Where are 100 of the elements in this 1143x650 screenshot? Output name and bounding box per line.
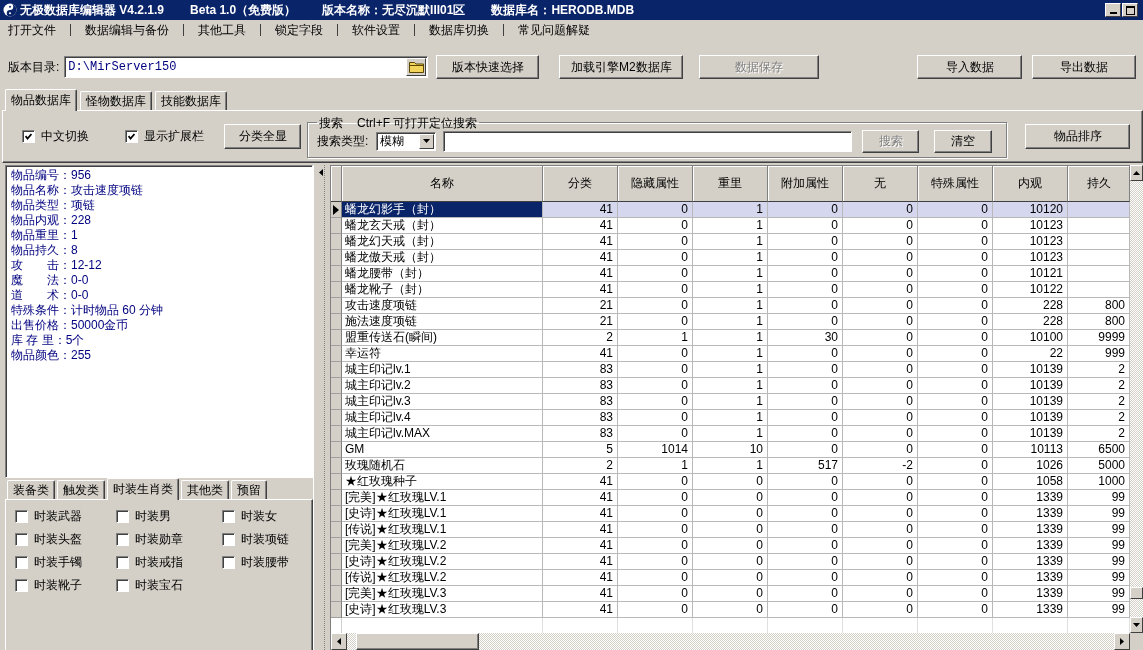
toolbar-button[interactable]: 导出数据: [1032, 55, 1136, 79]
checkbox[interactable]: [15, 509, 28, 523]
scroll-down-button[interactable]: [1130, 617, 1143, 633]
checkbox-label[interactable]: 时装手镯: [34, 553, 82, 571]
scroll-up-button[interactable]: [1130, 165, 1143, 181]
menu-item[interactable]: 打开文件: [2, 21, 62, 39]
checkbox-label[interactable]: 时装宝石: [135, 576, 183, 594]
tab[interactable]: 其他类: [181, 480, 229, 499]
checkbox-label[interactable]: 时装头盔: [34, 530, 82, 548]
checkbox-label[interactable]: 时装女: [241, 507, 277, 525]
column-header[interactable]: 名称: [342, 166, 543, 202]
table-cell: 0: [843, 346, 918, 362]
table-cell: 2: [1068, 378, 1130, 394]
toolbar-button[interactable]: 版本快速选择: [436, 55, 540, 79]
column-header[interactable]: 特殊属性: [918, 166, 993, 202]
tab[interactable]: 怪物数据库: [80, 91, 152, 110]
column-header[interactable]: 持久: [1068, 166, 1130, 202]
search-input[interactable]: [443, 130, 853, 152]
horizontal-scrollbar[interactable]: [331, 633, 1130, 650]
table-cell: 0: [918, 506, 993, 522]
menu-item[interactable]: 数据编辑与备份: [79, 21, 175, 39]
table-cell: 10139: [993, 394, 1068, 410]
toolbar-button[interactable]: 导入数据: [917, 55, 1022, 79]
scrollbar-thumb[interactable]: [356, 633, 479, 650]
minimize-button[interactable]: [1105, 3, 1121, 17]
table-cell: 10100: [993, 330, 1068, 346]
sort-button[interactable]: 物品排序: [1025, 124, 1130, 149]
search-type-dropdown[interactable]: 模糊: [376, 131, 437, 151]
directory-field[interactable]: D:\MirServer150: [64, 56, 429, 78]
scroll-left-button[interactable]: [331, 633, 347, 650]
checkbox-label[interactable]: 时装戒指: [135, 553, 183, 571]
table-cell: 蟠龙腰带（封）: [342, 266, 543, 282]
menu-item[interactable]: 常见问题解疑: [512, 21, 596, 39]
table-cell: 0: [618, 218, 693, 234]
checkbox-label[interactable]: 中文切换: [41, 128, 89, 145]
table-cell: 10120: [993, 202, 1068, 218]
table-cell: 0: [768, 218, 843, 234]
tab[interactable]: 物品数据库: [5, 89, 77, 111]
table-cell: 0: [618, 282, 693, 298]
column-header[interactable]: 附加属性: [768, 166, 843, 202]
toolbar-button[interactable]: 加载引擎M2数据库: [559, 55, 684, 79]
tab[interactable]: 触发类: [57, 480, 105, 499]
checkbox-label[interactable]: 时装腰带: [241, 553, 289, 571]
table-cell: 0: [768, 410, 843, 426]
checkbox[interactable]: [222, 555, 235, 569]
info-line: 物品重里：1: [11, 228, 79, 243]
table-cell: 0: [918, 426, 993, 442]
checkbox[interactable]: [116, 509, 129, 523]
column-header[interactable]: 无: [843, 166, 918, 202]
checkbox-label[interactable]: 时装靴子: [34, 576, 82, 594]
checkbox[interactable]: [15, 555, 28, 569]
table-cell: 1339: [993, 586, 1068, 602]
table-cell: 0: [693, 586, 768, 602]
checkbox-label[interactable]: 时装男: [135, 507, 171, 525]
tab[interactable]: 时装生肖类: [107, 478, 179, 500]
maximize-button[interactable]: [1122, 3, 1138, 17]
checkbox[interactable]: [22, 130, 35, 143]
checkbox-label[interactable]: 时装武器: [34, 507, 82, 525]
scrollbar-thumb[interactable]: [1130, 587, 1143, 599]
menu-item[interactable]: 其他工具: [192, 21, 252, 39]
tab[interactable]: 预留: [231, 480, 267, 499]
checkbox[interactable]: [15, 578, 28, 592]
table-cell: 0: [768, 474, 843, 490]
checkbox[interactable]: [222, 532, 235, 546]
clear-button[interactable]: 清空: [934, 129, 993, 153]
checkbox[interactable]: [116, 532, 129, 546]
menu-item[interactable]: 数据库切换: [423, 21, 495, 39]
table-cell: 0: [843, 506, 918, 522]
table-cell: 41: [543, 490, 618, 506]
table-cell: 1: [693, 346, 768, 362]
table-cell: 10123: [993, 218, 1068, 234]
table-cell: 1: [693, 314, 768, 330]
checkbox[interactable]: [116, 578, 129, 592]
menu-item[interactable]: 锁定字段: [269, 21, 329, 39]
column-header[interactable]: 内观: [993, 166, 1068, 202]
table-cell: [1068, 218, 1130, 234]
menu-item[interactable]: 软件设置: [346, 21, 406, 39]
table-cell: GM: [342, 442, 543, 458]
vertical-scrollbar[interactable]: [1130, 165, 1143, 633]
checkbox[interactable]: [125, 130, 138, 143]
checkbox[interactable]: [15, 532, 28, 546]
table-cell: 1: [693, 202, 768, 218]
browse-button[interactable]: [406, 58, 427, 76]
checkbox[interactable]: [116, 555, 129, 569]
tab[interactable]: 装备类: [7, 480, 55, 499]
table-cell: 999: [1068, 346, 1130, 362]
column-header[interactable]: 隐藏属性: [618, 166, 693, 202]
group-title: 搜索: [319, 115, 343, 130]
table-cell: 0: [843, 554, 918, 570]
checkbox-label[interactable]: 时装项链: [241, 530, 289, 548]
tab[interactable]: 技能数据库: [155, 91, 227, 110]
checkbox-label[interactable]: 时装勋章: [135, 530, 183, 548]
table-cell: 0: [618, 602, 693, 618]
column-header[interactable]: 重里: [693, 166, 768, 202]
table-cell: 1014: [618, 442, 693, 458]
checkbox[interactable]: [222, 509, 235, 523]
checkbox-label[interactable]: 显示扩展栏: [144, 128, 204, 145]
scroll-right-button[interactable]: [1114, 633, 1130, 650]
show-all-button[interactable]: 分类全显: [224, 124, 301, 149]
column-header[interactable]: 分类: [543, 166, 618, 202]
